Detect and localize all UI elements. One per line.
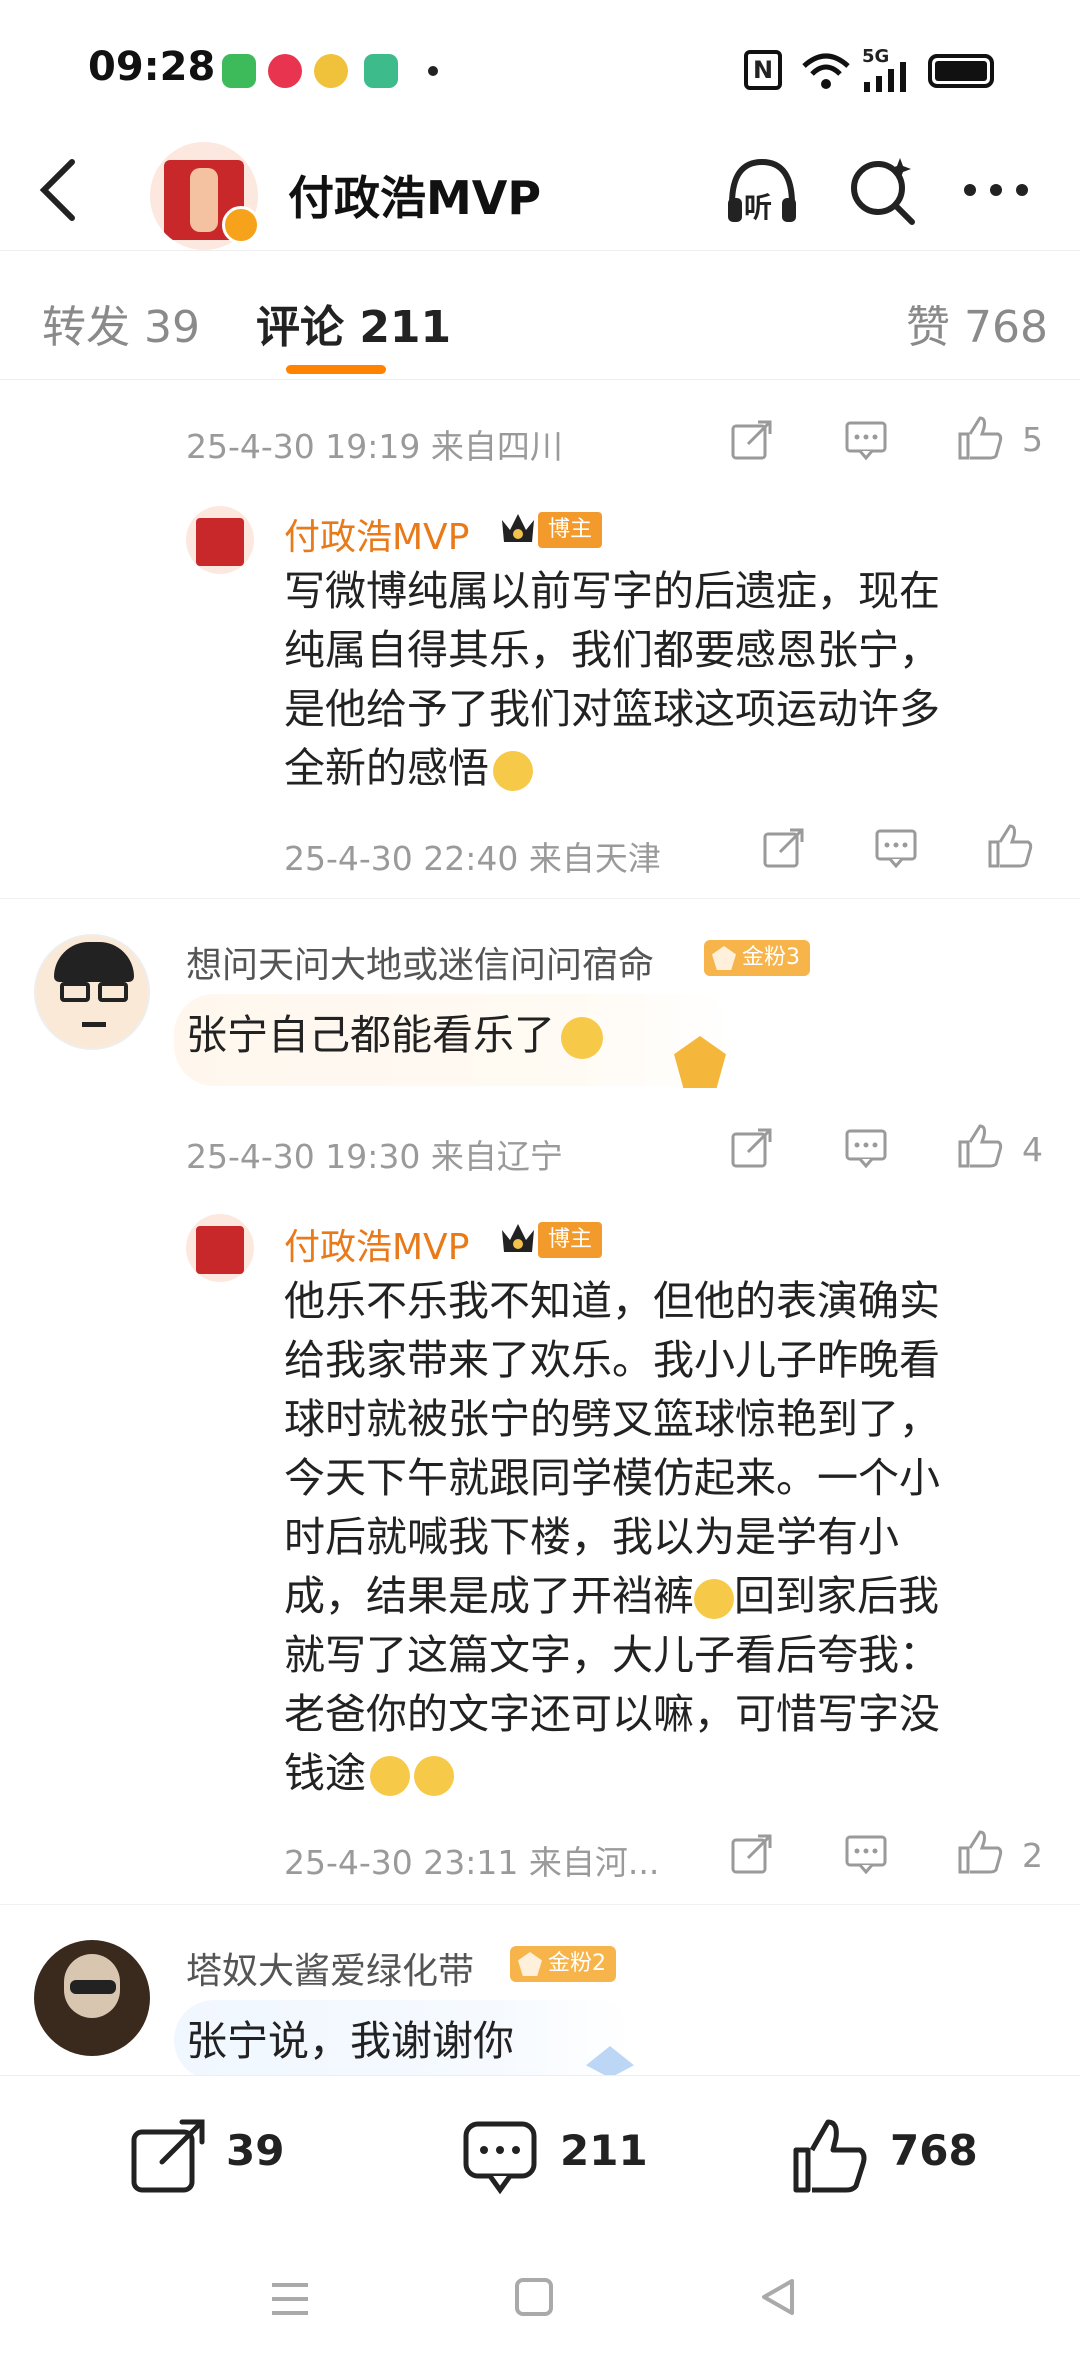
commenter-avatar[interactable] <box>34 934 150 1050</box>
battery-icon <box>928 54 994 88</box>
commenter-name[interactable]: 付政浩MVP <box>284 508 469 560</box>
comment-meta: 25-4-30 19:30 来自辽宁 <box>186 1137 563 1176</box>
tab-comments[interactable]: 评论 211 <box>256 291 451 355</box>
nfc-icon: N <box>744 50 782 90</box>
comment-icon[interactable] <box>874 828 918 868</box>
comment-icon[interactable] <box>844 1834 888 1874</box>
home-icon[interactable] <box>514 2277 554 2317</box>
weibo-icon <box>314 54 348 88</box>
system-nav-bar <box>0 2235 1080 2373</box>
commenter-name[interactable]: 付政浩MVP <box>284 1218 469 1270</box>
repost-button[interactable]: 39 <box>130 2112 320 2202</box>
share-icon[interactable] <box>730 418 774 462</box>
like-count: 5 <box>1022 420 1043 459</box>
bottom-action-bar: 39 211 768 <box>0 2075 1080 2235</box>
share-icon[interactable] <box>762 826 806 870</box>
tab-bar: 转发 39 评论 211 赞 768 <box>0 250 1080 380</box>
comment-text: 张宁说，我谢谢你 <box>186 2017 514 2065</box>
verified-badge-icon <box>222 206 260 244</box>
status-time: 09:28 <box>88 44 216 90</box>
comment-meta: 25-4-30 23:11 来自河... <box>284 1843 660 1882</box>
wifi-icon <box>802 53 850 89</box>
tab-repost[interactable]: 转发 39 <box>42 291 200 355</box>
thumb-up-icon[interactable] <box>986 822 1034 870</box>
tab-active-indicator <box>286 365 386 374</box>
tab-likes[interactable]: 赞 768 <box>906 291 1048 355</box>
author-avatar[interactable] <box>186 1214 254 1282</box>
crown-icon <box>502 514 534 542</box>
commenter-name[interactable]: 想问天问大地或迷信问问宿命 <box>186 936 654 988</box>
commenter-avatar[interactable] <box>34 1940 150 2056</box>
grin-emoji-icon <box>561 1017 603 1059</box>
repost-count: 39 <box>226 2126 285 2175</box>
comment-text: 写微博纯属以前写字的后遗症，现在 纯属自得其乐，我们都要感恩张宁， 是他给予了我… <box>284 567 940 792</box>
back-triangle-icon[interactable] <box>758 2277 798 2317</box>
like-count: 768 <box>890 2126 978 2175</box>
laugh-cry-emoji-icon <box>414 1756 454 1796</box>
laugh-cry-emoji-icon <box>370 1756 410 1796</box>
blogger-badge: 博主 <box>538 1222 603 1258</box>
comment-text: 他乐不乐我不知道，但他的表演确实 给我家带来了欢乐。我小儿子昨晚看 球时就被张宁… <box>284 1277 940 1797</box>
comment-meta: 25-4-30 19:19 来自四川 <box>186 427 563 466</box>
comment-icon[interactable] <box>844 420 888 460</box>
comment-count: 211 <box>560 2126 648 2175</box>
blogger-badge: 博主 <box>538 512 603 548</box>
page-title[interactable]: 付政浩MVP <box>288 162 541 228</box>
app-notify-icon <box>364 54 398 88</box>
comment-icon <box>463 2121 537 2194</box>
headphone-icon[interactable]: 听 <box>722 152 802 232</box>
signal-icon <box>864 62 906 92</box>
comment-icon[interactable] <box>844 1128 888 1168</box>
thumb-up-icon[interactable] <box>956 414 1004 462</box>
back-arrow-icon[interactable] <box>38 158 78 222</box>
like-count: 4 <box>1022 1130 1043 1169</box>
top-nav: 付政浩MVP 听 <box>0 130 1080 250</box>
more-notifications-dot <box>428 66 438 76</box>
comment-meta: 25-4-30 22:40 来自天津 <box>284 839 661 878</box>
like-count: 2 <box>1022 1836 1043 1875</box>
thumb-up-icon <box>793 2119 867 2193</box>
share-icon[interactable] <box>730 1832 774 1876</box>
comment-text: 张宁自己都能看乐了 <box>186 1006 603 1065</box>
emoji-666-icon <box>493 751 533 791</box>
author-avatar[interactable] <box>186 506 254 574</box>
share-icon[interactable] <box>730 1126 774 1170</box>
comment-button[interactable]: 211 <box>462 2112 662 2202</box>
more-icon[interactable] <box>960 180 1032 200</box>
commenter-name[interactable]: 塔奴大酱爱绿化带 <box>186 1942 474 1994</box>
crown-icon <box>502 1224 534 1252</box>
like-button[interactable]: 768 <box>790 2112 990 2202</box>
video-app-icon <box>268 54 302 88</box>
menu-icon[interactable] <box>268 2279 312 2319</box>
laugh-cry-emoji-icon <box>694 1579 734 1619</box>
status-bar: 09:28 N 5G <box>0 0 1080 130</box>
share-icon <box>131 2119 205 2193</box>
divider <box>0 898 1080 899</box>
thumb-up-icon[interactable] <box>956 1122 1004 1170</box>
search-icon[interactable] <box>846 154 918 226</box>
thumb-up-icon[interactable] <box>956 1828 1004 1876</box>
wechat-icon <box>222 54 256 88</box>
divider <box>0 1904 1080 1905</box>
